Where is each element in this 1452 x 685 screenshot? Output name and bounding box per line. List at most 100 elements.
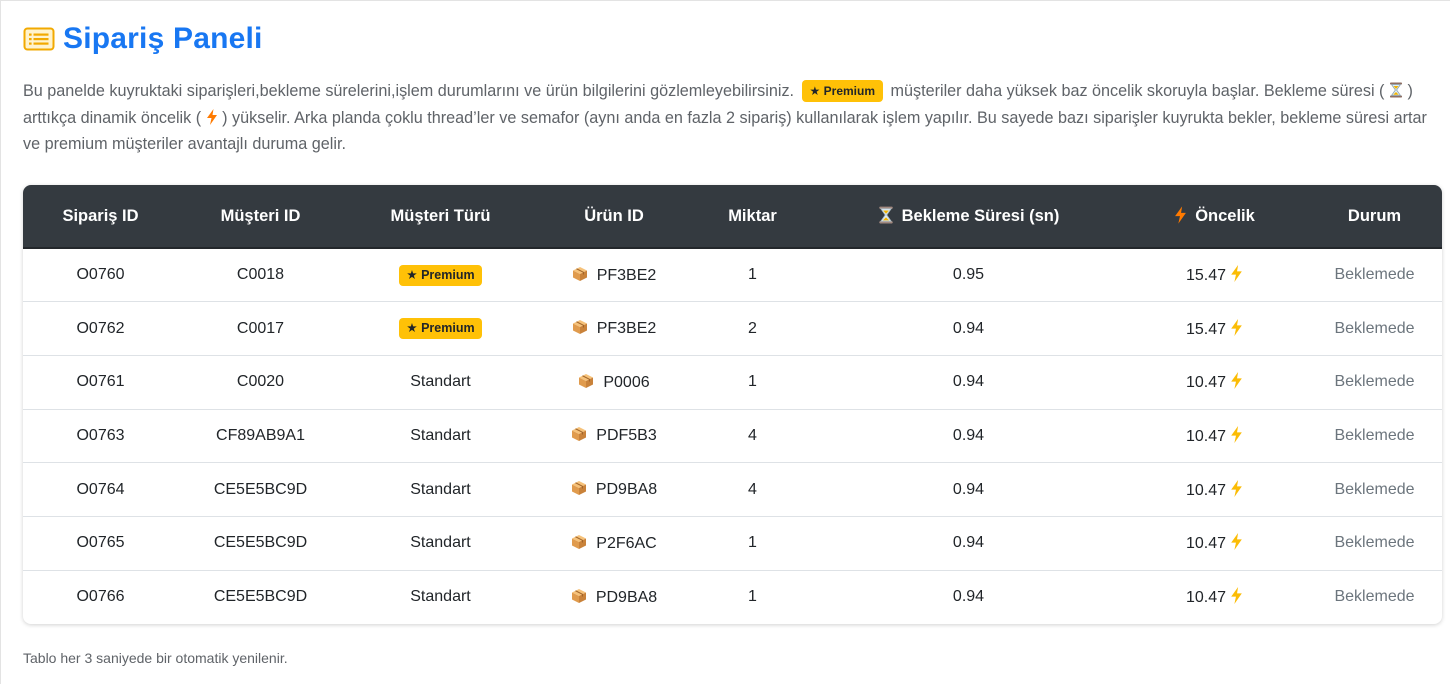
column-header-status[interactable]: Durum — [1307, 185, 1442, 249]
product-id-cell: PF3BE2 — [538, 302, 690, 356]
package-icon — [579, 373, 594, 388]
table-row[interactable]: O0765 CE5E5BC9D Standart P2F6AC 1 0.94 10.47 Be… — [23, 516, 1442, 570]
column-header-order-id[interactable]: Sipariş ID — [23, 185, 178, 249]
status-cell: Beklemede — [1334, 373, 1415, 391]
priority-cell: 10.47 — [1122, 463, 1307, 517]
quantity-cell: 1 — [748, 373, 757, 391]
priority-value: 10.47 — [1185, 427, 1227, 445]
wait-time-cell: 0.94 — [952, 426, 985, 444]
priority-value: 10.47 — [1185, 589, 1227, 607]
wait-time-cell: 0.94 — [952, 373, 985, 391]
wait-time-label: Bekleme Süresi (sn) — [901, 207, 1060, 225]
order-id-cell: O0764 — [76, 480, 125, 498]
page-header: Sipariş Paneli — [23, 22, 263, 56]
order-id-cell: O0760 — [76, 266, 125, 284]
priority-cell: 10.47 — [1122, 516, 1307, 570]
quantity-cell: 2 — [748, 319, 757, 337]
priority-cell: 10.47 — [1122, 570, 1307, 624]
customer-id-cell: C0020 — [236, 373, 285, 391]
order-id-cell: O0761 — [76, 373, 125, 391]
package-icon — [572, 534, 587, 549]
customer-id-cell: CE5E5BC9D — [213, 588, 308, 606]
product-id-text: P0006 — [603, 373, 650, 391]
lightning-icon — [1231, 372, 1242, 390]
table-row[interactable]: O0762 C0017 ★ Premium PF3BE2 2 0.94 15.47 Bekle… — [23, 301, 1442, 356]
column-header-customer-id[interactable]: Müşteri ID — [178, 185, 343, 249]
description-text-1: Bu panelde kuyruktaki siparişleri,beklem… — [23, 82, 795, 100]
priority-cell: 10.47 — [1122, 409, 1307, 463]
description-text-2: müşteriler daha yüksek baz öncelik skoru… — [890, 82, 1385, 100]
priority-cell: 15.47 — [1122, 248, 1307, 302]
status-cell: Beklemede — [1334, 426, 1415, 444]
status-cell: Beklemede — [1334, 266, 1415, 284]
header-row: Sipariş ID Müşteri ID Müşteri Türü Ürün … — [23, 185, 1442, 249]
column-header-product-id[interactable]: Ürün ID — [538, 185, 690, 249]
premium-badge: ★ Premium — [801, 80, 883, 102]
status-cell: Beklemede — [1334, 534, 1415, 552]
priority-value: 10.47 — [1185, 374, 1227, 392]
priority-value: 10.47 — [1185, 481, 1227, 499]
table-row[interactable]: O0760 C0018 ★ Premium PF3BE2 1 0.95 15.47 Bekle… — [23, 248, 1442, 302]
quantity-cell: 1 — [748, 534, 757, 552]
column-header-priority[interactable]: Öncelik — [1122, 185, 1307, 249]
product-id-cell: PD9BA8 — [538, 463, 690, 517]
priority-value: 10.47 — [1185, 535, 1227, 553]
product-id-text: PF3BE2 — [596, 266, 657, 284]
orders-table: Sipariş ID Müşteri ID Müşteri Türü Ürün … — [23, 185, 1442, 624]
customer-type-cell: Standart — [343, 463, 538, 517]
table-row[interactable]: O0766 CE5E5BC9D Standart PD9BA8 1 0.94 10.47 Be… — [23, 570, 1442, 624]
customer-type-cell: Standart — [343, 409, 538, 463]
lightning-icon — [1231, 479, 1242, 497]
customer-type-text: Standart — [410, 373, 471, 391]
lightning-icon — [206, 108, 217, 125]
package-icon — [572, 320, 587, 335]
table-row[interactable]: O0761 C0020 Standart P0006 1 0.94 10.47 Bekleme… — [23, 355, 1442, 409]
auto-refresh-note: Tablo her 3 saniyede bir otomatik yenile… — [23, 650, 288, 666]
quantity-cell: 1 — [748, 266, 757, 284]
hourglass-icon — [1389, 82, 1402, 98]
quantity-cell: 4 — [748, 426, 757, 444]
column-header-wait-time[interactable]: Bekleme Süresi (sn) — [815, 185, 1122, 249]
lightning-icon — [1231, 587, 1242, 605]
wait-time-cell: 0.94 — [952, 588, 985, 606]
customer-id-cell: CF89AB9A1 — [216, 426, 305, 444]
list-icon — [23, 27, 55, 51]
priority-value: 15.47 — [1185, 267, 1227, 285]
customer-id-cell: CE5E5BC9D — [213, 480, 308, 498]
customer-type-text: Standart — [410, 534, 471, 552]
page-title: Sipariş Paneli — [63, 22, 263, 55]
customer-type-text: Standart — [410, 480, 471, 498]
lightning-icon — [1231, 318, 1242, 336]
status-cell: Beklemede — [1334, 480, 1415, 498]
package-icon — [572, 427, 587, 442]
customer-type-text: Standart — [410, 588, 471, 606]
table-row[interactable]: O0763 CF89AB9A1 Standart PDF5B3 4 0.94 10.47 Be… — [23, 409, 1442, 463]
lightning-icon — [1231, 425, 1242, 443]
order-id-cell: O0762 — [76, 319, 125, 337]
quantity-cell: 1 — [748, 588, 757, 606]
table-body: O0760 C0018 ★ Premium PF3BE2 1 0.95 15.47 Bekle… — [23, 248, 1442, 624]
package-icon — [572, 266, 587, 281]
description-text-4: ) yükselir. Arka planda çoklu thread’ler… — [23, 108, 1427, 154]
customer-type-cell: ★ Premium — [343, 302, 538, 356]
lightning-icon — [1231, 533, 1242, 551]
column-header-quantity[interactable]: Miktar — [690, 185, 815, 249]
quantity-cell: 4 — [748, 480, 757, 498]
column-header-customer-type[interactable]: Müşteri Türü — [343, 185, 538, 249]
customer-type-cell: ★ Premium — [343, 248, 538, 302]
lightning-icon — [1175, 206, 1187, 224]
premium-badge: ★ Premium — [399, 264, 482, 286]
wait-time-cell: 0.94 — [952, 319, 985, 337]
customer-type-cell: Standart — [343, 516, 538, 570]
priority-label: Öncelik — [1195, 207, 1255, 225]
customer-type-cell: Standart — [343, 570, 538, 624]
description: Bu panelde kuyruktaki siparişleri,beklem… — [23, 78, 1433, 158]
priority-value: 15.47 — [1185, 320, 1227, 338]
product-id-text: PDF5B3 — [596, 427, 657, 445]
product-id-text: PD9BA8 — [595, 588, 658, 606]
package-icon — [571, 481, 586, 496]
orders-table-container: Sipariş ID Müşteri ID Müşteri Türü Ürün … — [23, 185, 1442, 624]
table-row[interactable]: O0764 CE5E5BC9D Standart PD9BA8 4 0.94 10.47 Be… — [23, 462, 1442, 517]
priority-cell: 10.47 — [1122, 355, 1307, 409]
product-id-text: PF3BE2 — [596, 320, 657, 338]
